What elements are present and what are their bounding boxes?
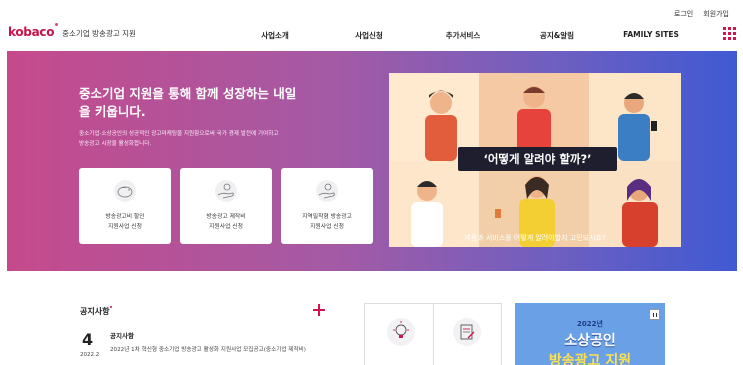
logo-subtitle: 중소기업 방송광고 지원 (62, 29, 136, 38)
notice-date-day: 4 (82, 330, 94, 349)
promo-video[interactable]: ‘어떻게 알려야 할까?’ 제품과 서비스를 어떻게 알려야할지 고민되시죠? (389, 73, 681, 247)
hero-banner: 중소기업 지원을 통해 함께 성장하는 내일을 키웁니다. 중소기업·소상공인의… (7, 51, 737, 271)
card-regional-apply[interactable]: 지역밀착형 방송광고 지원사업 신청 (281, 168, 373, 244)
video-caption: 제품과 서비스를 어떻게 알려야할지 고민되시죠? (464, 234, 606, 242)
logo[interactable]: kobaco 중소기업 방송광고 지원 (8, 23, 136, 39)
card-label: 방송광고비 할인 지원사업 신청 (105, 214, 145, 230)
document-edit-icon[interactable] (453, 318, 481, 346)
pause-icon[interactable] (649, 309, 660, 320)
page: 로그인 회원가입 kobaco 중소기업 방송광고 지원 사업소개 사업신청 추… (0, 0, 743, 365)
piggy-bank-icon (114, 180, 136, 202)
hero-title: 중소기업 지원을 통해 함께 성장하는 내일을 키웁니다. (79, 86, 297, 119)
divider (433, 304, 434, 365)
nav-item-extra-services[interactable]: 추가서비스 (416, 30, 510, 41)
service-cards: 방송광고비 할인 지원사업 신청 방송광고 제작비 지원사업 신청 지역밀착형 … (79, 168, 373, 244)
hero-description: 중소기업·소상공인의 성공적인 광고마케팅을 지원함으로써 국가 경제 발전에 … (79, 131, 279, 147)
card-label: 방송광고 제작비 지원사업 신청 (206, 214, 246, 230)
nav-item-business-intro[interactable]: 사업소개 (228, 30, 322, 41)
promo-year: 2022년 (577, 320, 603, 328)
quick-service-box (364, 303, 502, 365)
main-nav: 사업소개 사업신청 추가서비스 공지&알림 FAMILY SITES (228, 30, 698, 41)
hand-coin-icon (215, 180, 237, 202)
nav-item-notice[interactable]: 공지&알림 (510, 30, 604, 41)
notice-category: 공지사항 (110, 332, 134, 340)
promo-banner[interactable]: 2022년 소상공인 방송광고 지원 (515, 303, 665, 365)
notice-date-year-month: 2022.2 (80, 352, 100, 358)
card-discount-apply[interactable]: 방송광고비 할인 지원사업 신청 (79, 168, 171, 244)
notice-section-title: 공지사항 (80, 306, 113, 317)
logo-mark: kobaco (8, 23, 59, 39)
login-link[interactable]: 로그인 (674, 9, 693, 19)
video-headline: ‘어떻게 알려야 할까?’ (458, 147, 617, 171)
more-plus-icon[interactable] (313, 304, 325, 316)
card-production-apply[interactable]: 방송광고 제작비 지원사업 신청 (180, 168, 272, 244)
all-menu-grid-icon[interactable] (723, 27, 736, 40)
utility-links: 로그인 회원가입 (674, 9, 729, 19)
notice-post-link[interactable]: 2022년 1차 혁신형 중소기업 방송광고 활성화 지원사업 모집공고(중소기… (110, 346, 310, 354)
signup-link[interactable]: 회원가입 (703, 9, 729, 19)
lightbulb-icon[interactable] (387, 318, 415, 346)
nav-item-family-sites[interactable]: FAMILY SITES (604, 30, 698, 41)
promo-title-line1: 소상공인 (564, 333, 616, 349)
card-label: 지역밀착형 방송광고 지원사업 신청 (302, 214, 352, 230)
hand-coin-icon (316, 180, 338, 202)
promo-title-line2: 방송광고 지원 (548, 353, 632, 365)
header: kobaco 중소기업 방송광고 지원 사업소개 사업신청 추가서비스 공지&알… (0, 22, 743, 50)
nav-item-business-apply[interactable]: 사업신청 (322, 30, 416, 41)
